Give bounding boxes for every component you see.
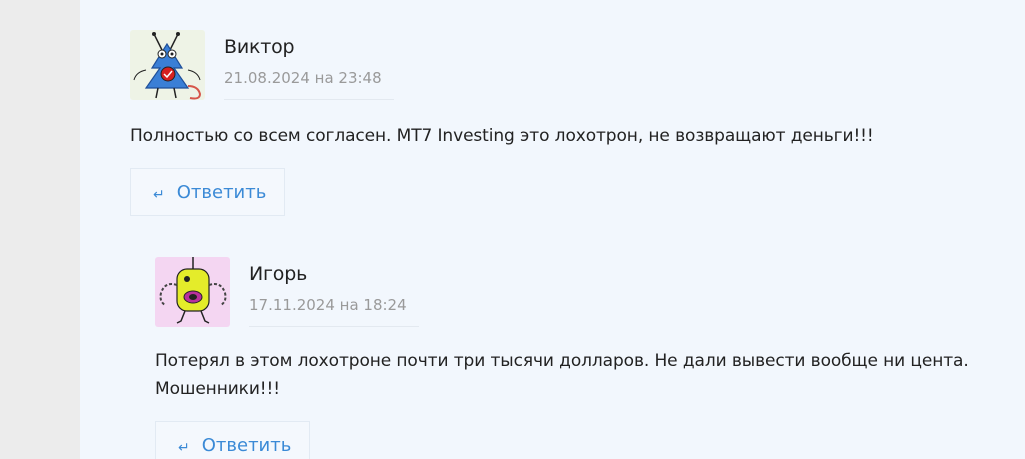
meta-divider	[249, 326, 419, 327]
comment-text: Потерял в этом лохотроне почти три тысяч…	[155, 351, 969, 399]
monster-avatar-blue-icon	[133, 32, 202, 100]
comment-text: Полностью со всем согласен. MT7 Investin…	[130, 126, 874, 146]
comment-author: Игорь	[249, 263, 308, 285]
reply-button[interactable]: ↵ Ответить	[155, 421, 311, 459]
comment-meta: Игорь 17.11.2024 на 18:24	[155, 257, 1015, 327]
reply-arrow-icon: ↵	[178, 440, 190, 456]
reply-arrow-icon: ↵	[153, 187, 165, 203]
comment: Виктор 21.08.2024 на 23:48 Полностью со …	[130, 30, 1010, 216]
reply-button[interactable]: ↵ Ответить	[130, 168, 286, 216]
reply-label: Ответить	[201, 434, 292, 456]
comment-date: 17.11.2024 на 18:24	[249, 296, 407, 314]
monster-avatar-yellow-icon	[159, 257, 227, 324]
comment: Игорь 17.11.2024 на 18:24 Потерял в этом…	[155, 257, 1015, 459]
comment-author: Виктор	[224, 36, 295, 58]
comment-meta: Виктор 21.08.2024 на 23:48	[130, 30, 1010, 100]
reply-label: Ответить	[176, 181, 267, 203]
avatar	[130, 30, 205, 100]
meta-divider	[224, 99, 394, 100]
avatar	[155, 257, 230, 327]
comment-date: 21.08.2024 на 23:48	[224, 69, 382, 87]
comments-section: Виктор 21.08.2024 на 23:48 Полностью со …	[80, 0, 1025, 459]
